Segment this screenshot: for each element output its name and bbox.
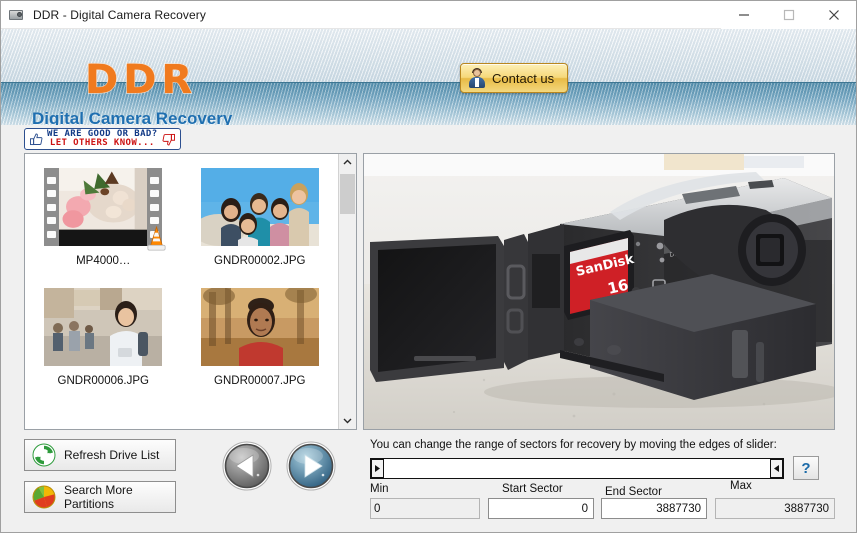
feedback-text: WE ARE GOOD OR BAD? LET OTHERS KNOW... [47, 130, 158, 148]
camera-preview-image: SanDisk 16 DOLBY DIGITAL START/STOP [363, 153, 835, 430]
thumbnail-caption: GNDR00007.JPG [214, 375, 306, 387]
chevron-up-icon[interactable] [339, 154, 356, 171]
min-input: 0 [370, 498, 480, 519]
thumbnail-grid: MP4000… GNDR00002.JPG GNDR00006.JPG GNDR… [25, 154, 338, 429]
start-sector-label: Start Sector [502, 483, 563, 495]
help-label: ? [801, 459, 811, 477]
ddr-logo: DDR [84, 56, 198, 103]
scrollbar-track[interactable] [339, 171, 356, 412]
thumbnail-item[interactable]: GNDR00002.JPG [182, 168, 339, 288]
help-button[interactable]: ? [793, 456, 819, 480]
sector-hint-text: You can change the range of sectors for … [370, 439, 777, 451]
family-group-photo [200, 168, 319, 246]
window-title: DDR - Digital Camera Recovery [33, 7, 206, 22]
refresh-drive-list-label: Refresh Drive List [64, 448, 160, 462]
thumbnail-image [44, 168, 166, 251]
camera-icon [9, 7, 25, 23]
partition-pie-icon [32, 485, 56, 509]
flowers-photo [59, 168, 148, 230]
sector-range-panel: You can change the range of sectors for … [363, 437, 835, 519]
start-sector-input[interactable]: 0 [488, 498, 594, 519]
feedback-zone: WE ARE GOOD OR BAD? LET OTHERS KNOW... [1, 125, 856, 151]
app-banner: DDR Digital Camera Recovery Contact us [1, 29, 856, 125]
thumbs-up-icon [30, 133, 43, 145]
vlc-cone-icon [147, 226, 166, 251]
thumbnail-item[interactable]: MP4000… [25, 168, 182, 288]
feedback-button[interactable]: WE ARE GOOD OR BAD? LET OTHERS KNOW... [24, 128, 181, 150]
thumbnail-caption: MP4000… [76, 255, 131, 267]
feedback-line-2: LET OTHERS KNOW... [49, 138, 155, 148]
contact-us-label: Contact us [492, 70, 555, 86]
slider-left-handle-icon[interactable] [371, 458, 384, 478]
main-content: MP4000… GNDR00002.JPG GNDR00006.JPG GNDR… [1, 151, 856, 532]
close-button[interactable] [811, 0, 856, 29]
banner-subtitle: Digital Camera Recovery [32, 109, 233, 125]
window-controls [721, 0, 856, 29]
thumbnail-scrollbar[interactable] [338, 154, 356, 429]
minimize-button[interactable] [721, 0, 766, 29]
video-frame [59, 168, 148, 246]
max-input: 3887730 [715, 498, 835, 519]
thumbs-down-icon [162, 133, 175, 145]
user-avatar-icon [467, 68, 487, 88]
sector-range-slider[interactable] [370, 457, 784, 479]
tourist-street-photo [44, 288, 163, 366]
thumbnail-image [44, 288, 163, 366]
previous-button[interactable] [222, 441, 272, 491]
recovered-files-panel: MP4000… GNDR00002.JPG GNDR00006.JPG GNDR… [24, 153, 357, 430]
thumbnail-image [200, 288, 319, 366]
thumbnail-image [200, 168, 319, 246]
refresh-icon [32, 443, 56, 467]
next-button[interactable] [286, 441, 336, 491]
chevron-down-icon[interactable] [339, 412, 356, 429]
sector-fields: Min 0 Start Sector 0 End Sector 3887730 … [370, 480, 835, 519]
camcorder-photo: SanDisk 16 DOLBY DIGITAL START/STOP [364, 154, 834, 429]
scrollbar-thumb[interactable] [340, 174, 355, 214]
title-bar: DDR - Digital Camera Recovery [1, 0, 856, 29]
thumbnail-caption: GNDR00006.JPG [57, 375, 149, 387]
thumbnail-caption: GNDR00002.JPG [214, 255, 306, 267]
application-window: DDR - Digital Camera Recovery DDR Digita… [0, 0, 857, 533]
woman-portrait-photo [200, 288, 319, 366]
end-sector-label: End Sector [605, 486, 662, 498]
slider-right-handle-icon[interactable] [770, 458, 783, 478]
max-label: Max [730, 480, 752, 492]
thumbnail-item[interactable]: GNDR00007.JPG [182, 288, 339, 408]
refresh-drive-list-button[interactable]: Refresh Drive List [24, 439, 176, 471]
search-more-partitions-button[interactable]: Search More Partitions [24, 481, 176, 513]
thumbnail-item[interactable]: GNDR00006.JPG [25, 288, 182, 408]
min-label: Min [370, 483, 389, 495]
maximize-button[interactable] [766, 0, 811, 29]
end-sector-input[interactable]: 3887730 [601, 498, 707, 519]
sector-slider-row: ? [370, 456, 835, 480]
search-more-partitions-label: Search More Partitions [64, 483, 133, 511]
contact-us-button[interactable]: Contact us [460, 63, 568, 93]
film-holes-left [44, 168, 59, 246]
